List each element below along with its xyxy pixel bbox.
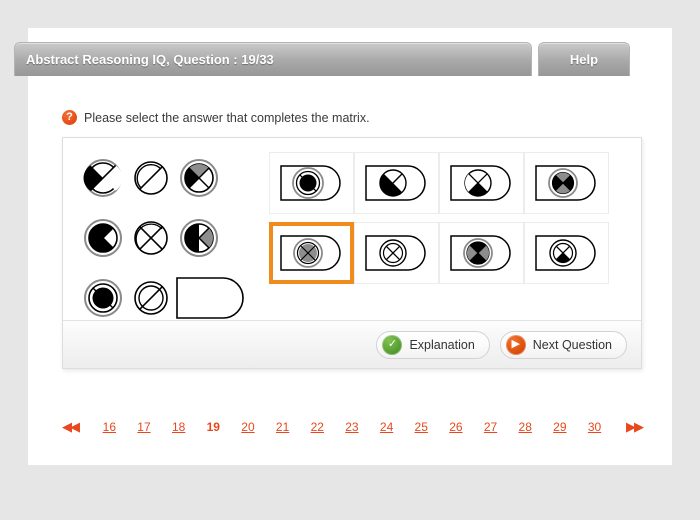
pager-page-21[interactable]: 21 <box>276 420 289 434</box>
matrix-cell-r2c1 <box>79 214 127 262</box>
pager-page-17[interactable]: 17 <box>137 420 150 434</box>
capsule-circle-cross-black-lower-wedge-icon <box>534 235 596 271</box>
pagination: ◀◀ 16 17 18 19 20 21 22 23 24 25 26 27 28 29 30 ▶▶ <box>62 414 644 440</box>
next-question-button[interactable]: ▶ Next Question <box>499 330 627 359</box>
pager-page-24[interactable]: 24 <box>380 420 393 434</box>
capsule-circle-cross-outline-icon <box>364 235 426 271</box>
option-7[interactable] <box>439 222 524 284</box>
option-6[interactable] <box>354 222 439 284</box>
pager-page-30[interactable]: 30 <box>588 420 601 434</box>
matrix-cell-r1c1 <box>79 154 127 202</box>
circle-solid-black-disc-icon <box>84 279 122 317</box>
option-2[interactable] <box>354 152 439 214</box>
option-1[interactable] <box>269 152 354 214</box>
matrix-cell-r1c3 <box>175 154 223 202</box>
matrix-cell-r3c1 <box>79 274 127 322</box>
circle-diagonal-inner-arc-icon <box>134 161 168 195</box>
matrix-cell-r1c2 <box>127 154 175 202</box>
matrix-cell-r3c2 <box>127 274 175 322</box>
instruction-row: ? Please select the answer that complete… <box>62 110 370 125</box>
pager-page-23[interactable]: 23 <box>345 420 358 434</box>
pager-page-25[interactable]: 25 <box>415 420 428 434</box>
instruction-text: Please select the answer that completes … <box>84 110 370 125</box>
pager-page-27[interactable]: 27 <box>484 420 497 434</box>
capsule-circle-cross-gray-disc-icon <box>279 235 341 271</box>
header-bar: Abstract Reasoning IQ, Question : 19/33 … <box>14 42 630 76</box>
panel-footer: ✓ Explanation ▶ Next Question <box>63 320 641 368</box>
option-3[interactable] <box>439 152 524 214</box>
pager-page-28[interactable]: 28 <box>519 420 532 434</box>
double-left-arrow-icon[interactable]: ◀◀ <box>62 419 80 435</box>
explanation-button[interactable]: ✓ Explanation <box>376 330 490 359</box>
missing-answer-placeholder-icon <box>176 277 244 319</box>
circle-cross-black-gray-wedges-icon <box>180 159 218 197</box>
check-circle-icon: ✓ <box>382 334 403 355</box>
matrix-cell-missing-answer <box>175 274 247 322</box>
circle-cross-black-gray-half-icon <box>180 219 218 257</box>
circle-diagonal-double-outline-icon <box>134 281 168 315</box>
pager-page-16[interactable]: 16 <box>103 420 116 434</box>
circle-cross-outline-icon <box>134 221 168 255</box>
page-title: Abstract Reasoning IQ, Question : 19/33 <box>26 52 274 67</box>
play-circle-icon: ▶ <box>505 334 526 355</box>
pager-page-20[interactable]: 20 <box>241 420 254 434</box>
help-label: Help <box>569 52 599 67</box>
explanation-label: Explanation <box>409 337 475 352</box>
next-question-label: Next Question <box>532 337 612 352</box>
circle-cross-black-pacman-icon <box>84 219 122 257</box>
question-mark-icon: ? <box>62 110 77 125</box>
capsule-circle-cross-black-gray-quadrants-icon <box>534 165 596 201</box>
help-button[interactable]: Help <box>538 42 630 76</box>
option-8[interactable] <box>524 222 609 284</box>
pager-page-18[interactable]: 18 <box>172 420 185 434</box>
capsule-circle-cross-black-diagonal-band-icon <box>449 165 511 201</box>
matrix-cell-r2c2 <box>127 214 175 262</box>
capsule-circle-solid-black-disc-icon <box>279 165 341 201</box>
capsule-circle-diagonal-black-wedge-icon <box>364 165 426 201</box>
question-title-tab: Abstract Reasoning IQ, Question : 19/33 <box>14 42 532 76</box>
pager-page-29[interactable]: 29 <box>553 420 566 434</box>
capsule-circle-cross-black-gray-bowtie-icon <box>449 235 511 271</box>
circle-diagonal-black-upper-wedge-icon <box>83 159 123 197</box>
option-4[interactable] <box>524 152 609 214</box>
matrix-grid <box>79 154 244 322</box>
options-area <box>269 152 609 284</box>
pager-page-26[interactable]: 26 <box>449 420 462 434</box>
question-panel: ✓ Explanation ▶ Next Question <box>62 137 642 369</box>
pager-numbers: 16 17 18 19 20 21 22 23 24 25 26 27 28 29 30 <box>78 420 626 434</box>
option-5[interactable] <box>269 222 354 284</box>
pager-page-22[interactable]: 22 <box>311 420 324 434</box>
double-right-arrow-icon[interactable]: ▶▶ <box>626 419 644 435</box>
pager-page-19: 19 <box>206 420 220 434</box>
matrix-cell-r2c3 <box>175 214 223 262</box>
